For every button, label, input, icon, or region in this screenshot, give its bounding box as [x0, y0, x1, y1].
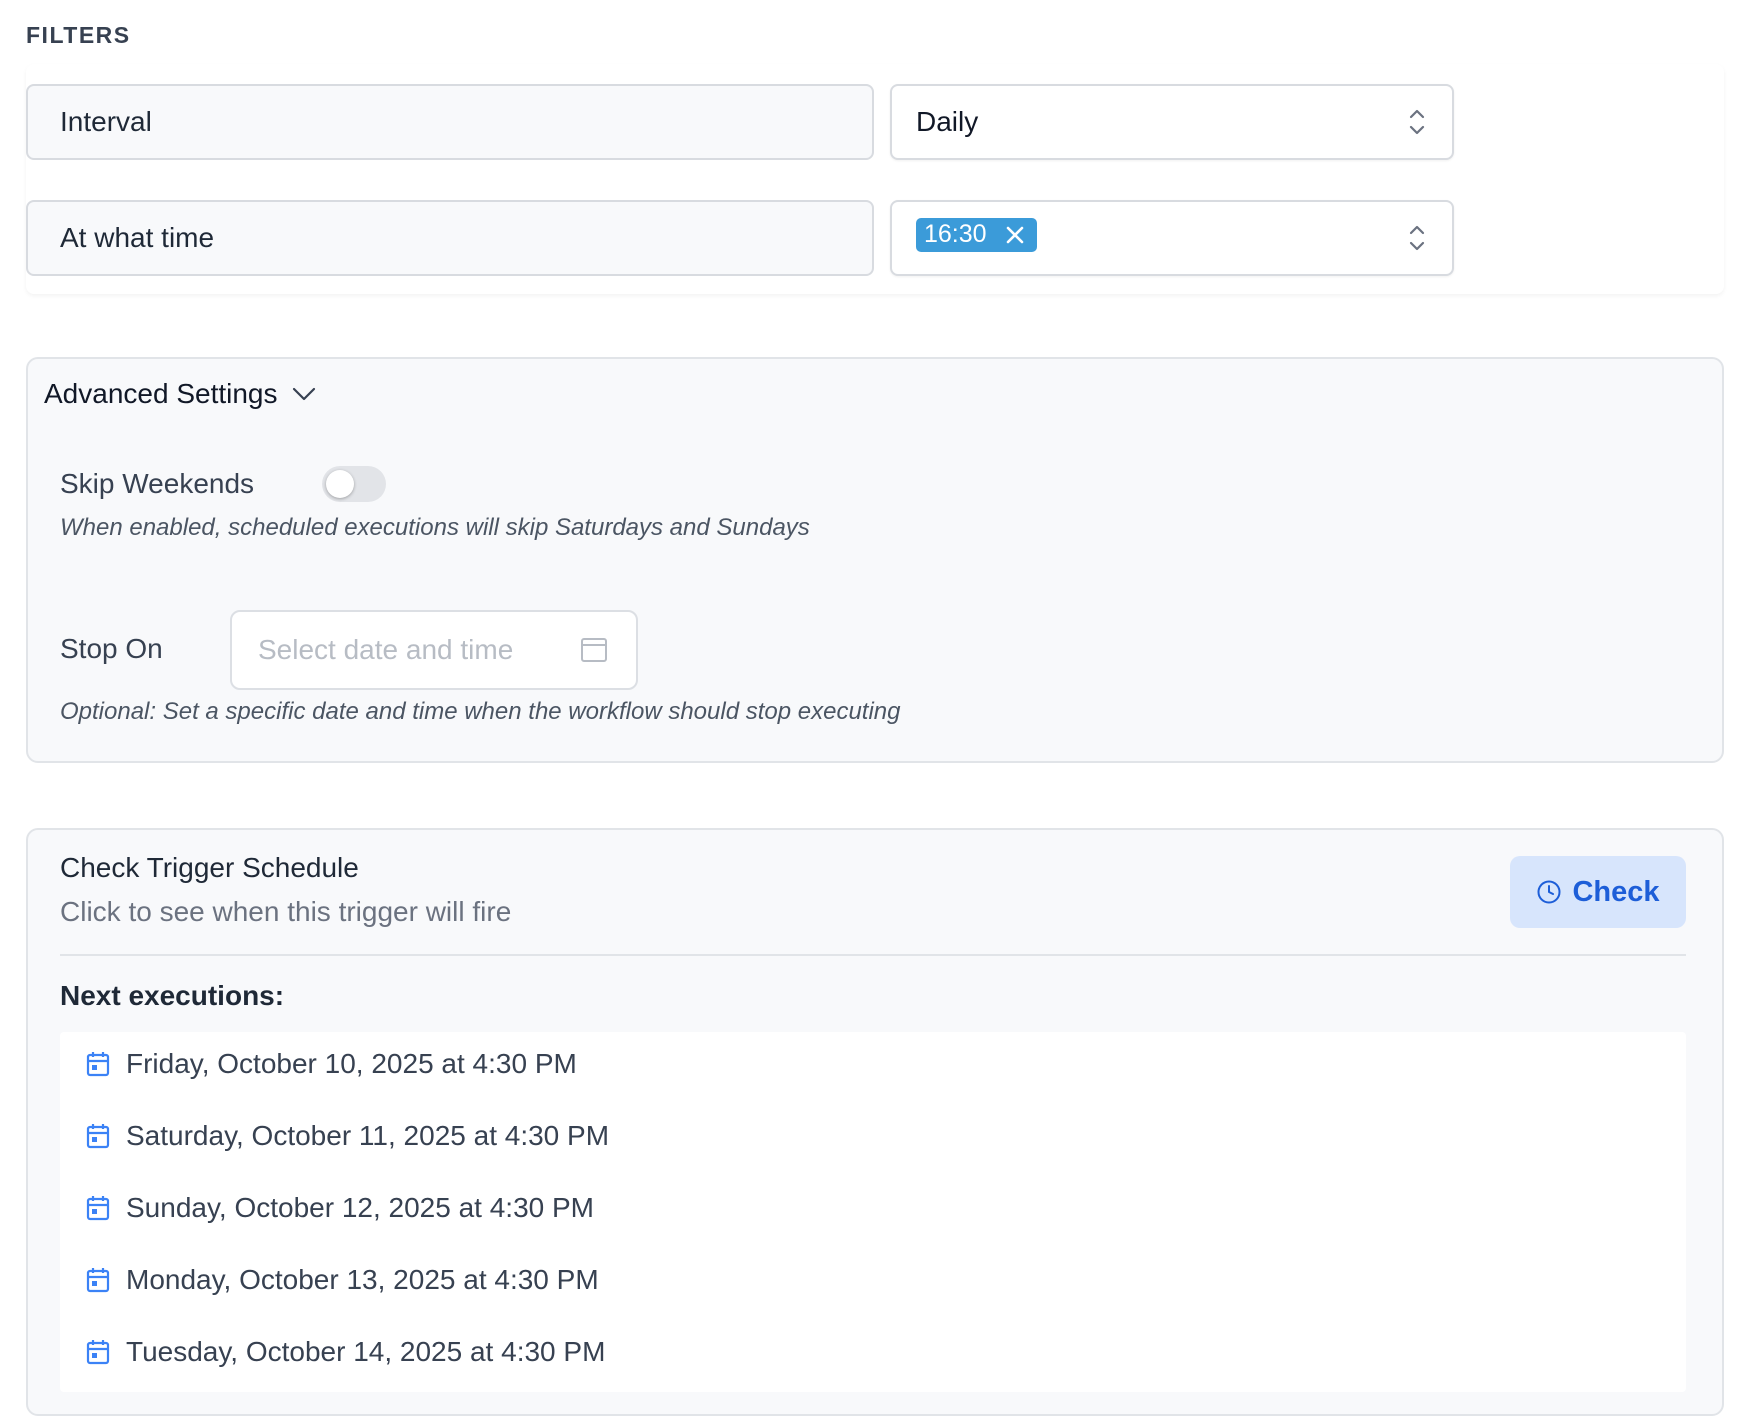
skip-weekends-help: When enabled, scheduled executions will …: [60, 514, 810, 541]
divider: [60, 954, 1686, 956]
time-label: At what time: [26, 200, 874, 276]
chevron-updown-icon: [1409, 109, 1425, 135]
executions-list: Friday, October 10, 2025 at 4:30 PM Satu…: [60, 1032, 1686, 1392]
list-item: Saturday, October 11, 2025 at 4:30 PM: [86, 1120, 609, 1152]
calendar-icon: [581, 638, 607, 662]
execution-date: Monday, October 13, 2025 at 4:30 PM: [126, 1264, 599, 1295]
list-item: Tuesday, October 14, 2025 at 4:30 PM: [86, 1336, 605, 1368]
stop-on-help: Optional: Set a specific date and time w…: [60, 698, 901, 725]
execution-date: Saturday, October 11, 2025 at 4:30 PM: [126, 1120, 610, 1151]
execution-date: Sunday, October 12, 2025 at 4:30 PM: [126, 1192, 595, 1223]
clock-icon: [1537, 880, 1561, 904]
chevron-down-icon: [292, 387, 315, 401]
check-button-label: Check: [1572, 875, 1660, 908]
interval-select[interactable]: Daily: [890, 84, 1454, 160]
calendar-icon: [86, 1340, 110, 1365]
list-item: Friday, October 10, 2025 at 4:30 PM: [86, 1048, 577, 1080]
filters-title: FILTERS: [26, 22, 131, 48]
next-executions-title: Next executions:: [60, 980, 285, 1011]
skip-weekends-toggle[interactable]: [322, 466, 386, 502]
time-chip: 16:30: [916, 218, 1037, 252]
calendar-icon: [86, 1124, 110, 1149]
interval-label: Interval: [26, 84, 874, 160]
close-icon[interactable]: [1005, 225, 1025, 245]
time-chip-label: 16:30: [924, 220, 987, 248]
stop-on-date-input[interactable]: Select date and time: [230, 610, 638, 690]
list-item: Monday, October 13, 2025 at 4:30 PM: [86, 1264, 599, 1296]
check-schedule-title: Check Trigger Schedule: [60, 852, 359, 883]
interval-label-text: Interval: [60, 106, 152, 137]
advanced-settings-toggle[interactable]: Advanced Settings: [44, 378, 316, 410]
list-item: Sunday, October 12, 2025 at 4:30 PM: [86, 1192, 594, 1224]
interval-value: Daily: [916, 106, 979, 137]
check-schedule-subtitle: Click to see when this trigger will fire: [60, 896, 512, 927]
time-label-text: At what time: [60, 222, 215, 253]
chevron-updown-icon: [1409, 225, 1425, 251]
execution-date: Tuesday, October 14, 2025 at 4:30 PM: [126, 1336, 606, 1367]
calendar-icon: [86, 1052, 110, 1077]
execution-date: Friday, October 10, 2025 at 4:30 PM: [126, 1048, 577, 1079]
time-select[interactable]: 16:30: [890, 200, 1454, 276]
toggle-knob: [326, 470, 354, 498]
advanced-settings-title: Advanced Settings: [44, 378, 278, 409]
stop-on-label: Stop On: [60, 633, 163, 664]
calendar-icon: [86, 1196, 110, 1221]
stop-on-placeholder: Select date and time: [258, 634, 514, 665]
skip-weekends-label: Skip Weekends: [60, 468, 255, 499]
check-button[interactable]: Check: [1510, 856, 1686, 928]
calendar-icon: [86, 1268, 110, 1293]
